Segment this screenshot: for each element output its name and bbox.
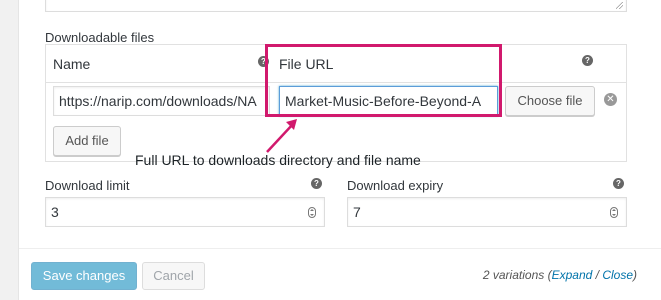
download-expiry-stepper-icon[interactable] xyxy=(610,207,618,218)
add-file-button[interactable]: Add file xyxy=(53,126,121,156)
description-textarea[interactable] xyxy=(45,0,627,12)
download-limit-stepper-icon[interactable] xyxy=(308,207,316,218)
downloadable-files-label: Downloadable files xyxy=(45,30,155,45)
close-link[interactable]: Close xyxy=(602,268,633,282)
expand-link[interactable]: Expand xyxy=(552,268,593,282)
link-separator: / xyxy=(592,268,603,282)
download-limit-input[interactable]: 3 xyxy=(45,197,325,227)
cancel-button[interactable]: Cancel xyxy=(142,262,205,290)
variations-count: 2 variations xyxy=(482,268,545,282)
annotation-text: Full URL to downloads directory and file… xyxy=(135,152,421,168)
download-limit-help-icon[interactable]: ? xyxy=(311,178,322,189)
download-expiry-label: Download expiry xyxy=(347,178,444,193)
download-limit-label: Download limit xyxy=(45,178,130,193)
remove-file-icon[interactable]: ✕ xyxy=(604,93,617,106)
download-expiry-help-icon[interactable]: ? xyxy=(613,178,624,189)
file-url-help-icon[interactable]: ? xyxy=(582,55,593,66)
download-expiry-input[interactable]: 7 xyxy=(347,197,627,227)
footer-divider xyxy=(19,248,661,249)
file-url-highlight-box xyxy=(265,44,502,117)
file-name-input[interactable]: https://narip.com/downloads/NA xyxy=(53,86,270,116)
choose-file-button[interactable]: Choose file xyxy=(505,86,595,116)
resize-grip-icon[interactable] xyxy=(616,2,623,9)
column-header-name: Name xyxy=(53,56,91,72)
close-paren: ) xyxy=(633,268,637,282)
variations-summary: 2 variations (Expand / Close) xyxy=(483,268,637,282)
save-changes-button[interactable]: Save changes xyxy=(31,262,137,290)
